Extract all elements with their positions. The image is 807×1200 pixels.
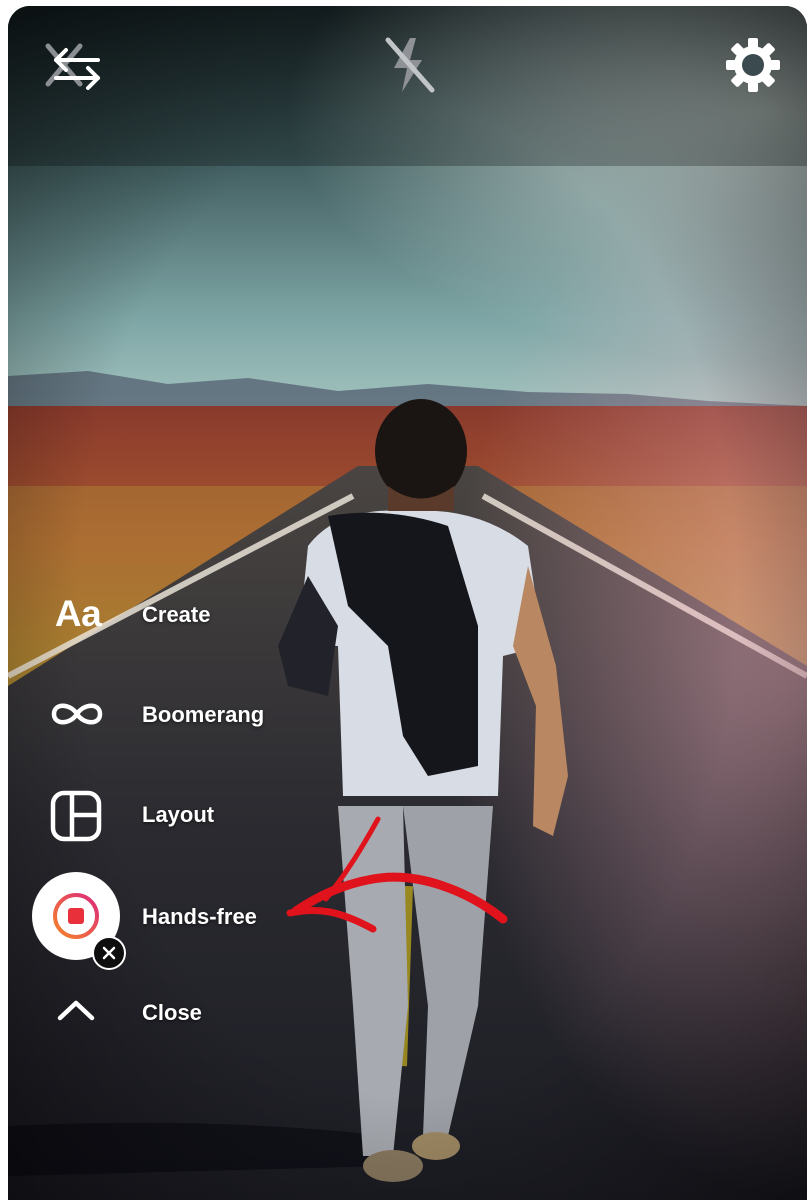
menu-label-boomerang: Boomerang [142, 702, 265, 727]
text-aa-icon: Aa [54, 593, 102, 634]
settings-button[interactable] [718, 30, 788, 100]
annotation-arrow [286, 816, 508, 933]
close-icon[interactable] [92, 936, 126, 970]
camera-screen: Aa Create Boomerang Layout Hands-free Cl… [8, 6, 807, 1200]
menu-label-create: Create [142, 602, 211, 627]
menu-label-hands-free: Hands-free [142, 904, 257, 929]
flip-camera-icon [45, 43, 100, 90]
menu-item-create[interactable]: Aa Create [8, 574, 428, 654]
chevron-up-icon [52, 992, 100, 1028]
menu-label-close: Close [142, 1000, 202, 1025]
menu-item-close[interactable]: Close [8, 970, 428, 1050]
flip-camera-button[interactable] [38, 36, 108, 100]
flash-button[interactable] [374, 30, 444, 100]
menu-label-layout: Layout [142, 802, 215, 827]
flash-off-icon [385, 37, 435, 93]
layout-icon [46, 786, 106, 846]
menu-item-boomerang[interactable]: Boomerang [8, 674, 428, 754]
gear-icon [726, 38, 780, 92]
infinity-icon [42, 692, 112, 736]
